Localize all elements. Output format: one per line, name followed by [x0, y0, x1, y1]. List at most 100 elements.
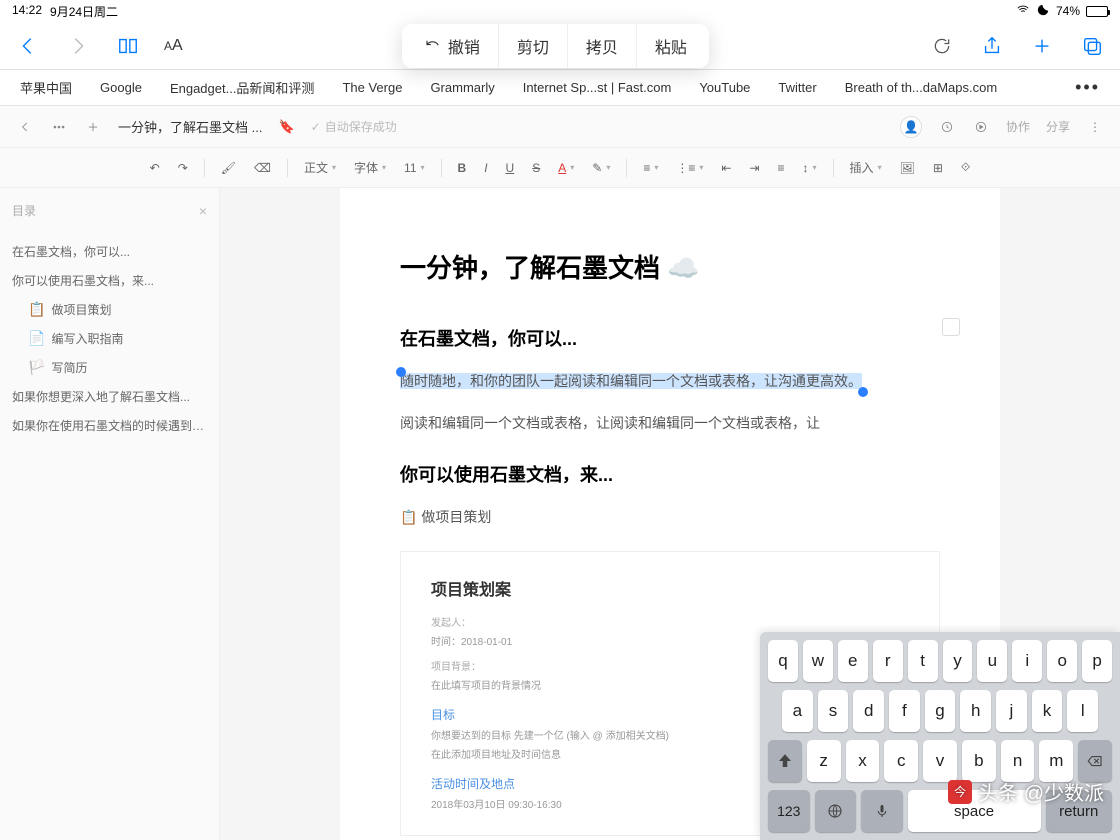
- key-f[interactable]: f: [889, 690, 920, 732]
- key-m[interactable]: m: [1039, 740, 1073, 782]
- favorite-link[interactable]: Internet Sp...st | Fast.com: [523, 80, 672, 95]
- underline-button[interactable]: U: [504, 161, 517, 175]
- doc-h2[interactable]: 在石墨文档，你可以...: [400, 325, 940, 351]
- key-e[interactable]: e: [838, 640, 868, 682]
- bookmark-icon[interactable]: 🔖: [278, 119, 294, 135]
- key-globe[interactable]: [815, 790, 857, 832]
- key-q[interactable]: q: [768, 640, 798, 682]
- format-paint-icon[interactable]: 🖌: [219, 161, 238, 175]
- key-mic[interactable]: [861, 790, 903, 832]
- reader-button[interactable]: AA: [164, 37, 183, 55]
- size-select[interactable]: 11: [402, 161, 426, 175]
- key-w[interactable]: w: [803, 640, 833, 682]
- key-l[interactable]: l: [1067, 690, 1098, 732]
- key-v[interactable]: v: [923, 740, 957, 782]
- back-button[interactable]: [14, 32, 42, 60]
- avatar[interactable]: 👤: [900, 116, 922, 138]
- key-a[interactable]: a: [782, 690, 813, 732]
- undo-icon[interactable]: ↶: [148, 161, 162, 175]
- code-button[interactable]: ⟐: [959, 160, 972, 175]
- unordered-list-button[interactable]: ⋮≡: [674, 161, 705, 175]
- coop-button[interactable]: 协作: [1006, 118, 1030, 135]
- key-c[interactable]: c: [884, 740, 918, 782]
- selection-handle-start[interactable]: [396, 367, 406, 377]
- image-button[interactable]: 🖼: [898, 161, 917, 175]
- outdent-button[interactable]: ⇤: [719, 161, 733, 175]
- key-z[interactable]: z: [807, 740, 841, 782]
- new-tab-button[interactable]: [1028, 32, 1056, 60]
- style-select[interactable]: 正文: [302, 159, 338, 176]
- favorite-link[interactable]: Google: [100, 80, 142, 95]
- block-action-icon[interactable]: [942, 318, 960, 336]
- key-t[interactable]: t: [908, 640, 938, 682]
- table-button[interactable]: ⊞: [931, 161, 945, 175]
- italic-button[interactable]: I: [482, 161, 489, 175]
- outline-item[interactable]: 🏳️写简历: [12, 353, 207, 382]
- key-y[interactable]: y: [943, 640, 973, 682]
- outline-item[interactable]: 如果你想更深入地了解石墨文档...: [12, 382, 207, 411]
- close-icon[interactable]: ×: [199, 203, 207, 219]
- favorite-link[interactable]: Twitter: [778, 80, 816, 95]
- strike-button[interactable]: S: [530, 161, 542, 175]
- font-select[interactable]: 字体: [352, 159, 388, 176]
- redo-icon[interactable]: ↷: [176, 161, 190, 175]
- outline-item[interactable]: 📄编写入职指南: [12, 324, 207, 353]
- favorite-link[interactable]: Breath of th...daMaps.com: [845, 80, 997, 95]
- favorite-link[interactable]: Grammarly: [430, 80, 494, 95]
- key-h[interactable]: h: [960, 690, 991, 732]
- outline-item[interactable]: 如果你在使用石墨文档的时候遇到问题...: [12, 411, 207, 440]
- key-j[interactable]: j: [996, 690, 1027, 732]
- doc-add-button[interactable]: [84, 118, 102, 136]
- doc-back-button[interactable]: [16, 118, 34, 136]
- doc-paragraph[interactable]: 随时随地，和你的团队一起阅读和编辑同一个文档或表格，让沟通更高效。: [400, 367, 940, 395]
- text-selection[interactable]: 随时随地，和你的团队一起阅读和编辑同一个文档或表格，让沟通更高效。: [400, 373, 862, 389]
- insert-menu[interactable]: 插入: [848, 159, 884, 176]
- key-i[interactable]: i: [1012, 640, 1042, 682]
- key-d[interactable]: d: [853, 690, 884, 732]
- doc-paragraph[interactable]: 阅读和编辑同一个文档或表格，让阅读和编辑同一个文档或表格，让: [400, 409, 940, 437]
- key-o[interactable]: o: [1047, 640, 1077, 682]
- key-backspace[interactable]: [1078, 740, 1112, 782]
- bookmarks-button[interactable]: [114, 32, 142, 60]
- key-k[interactable]: k: [1032, 690, 1063, 732]
- doc-h1[interactable]: 一分钟，了解石墨文档 ☁️: [400, 248, 940, 285]
- key-r[interactable]: r: [873, 640, 903, 682]
- key-s[interactable]: s: [818, 690, 849, 732]
- address-bar[interactable]: 撤销 剪切 拷贝 粘贴: [205, 24, 906, 68]
- favorite-link[interactable]: 苹果中国: [20, 78, 72, 97]
- doc-menu-button[interactable]: [50, 118, 68, 136]
- paste-button[interactable]: 粘贴: [637, 24, 705, 68]
- favorite-link[interactable]: The Verge: [342, 80, 402, 95]
- share-button[interactable]: [978, 32, 1006, 60]
- more-icon[interactable]: ⋮: [1086, 118, 1104, 136]
- copy-button[interactable]: 拷贝: [568, 24, 637, 68]
- doc-bullet[interactable]: 📋 做项目策划: [400, 503, 940, 531]
- line-height-button[interactable]: ↕: [801, 161, 819, 175]
- ordered-list-button[interactable]: ≡: [641, 161, 660, 175]
- outline-item[interactable]: 你可以使用石墨文档，来...: [12, 266, 207, 295]
- key-p[interactable]: p: [1082, 640, 1112, 682]
- key-x[interactable]: x: [846, 740, 880, 782]
- favorite-link[interactable]: Engadget...品新闻和评测: [170, 78, 315, 97]
- key-b[interactable]: b: [962, 740, 996, 782]
- key-n[interactable]: n: [1001, 740, 1035, 782]
- key-shift[interactable]: [768, 740, 802, 782]
- share-doc-button[interactable]: 分享: [1046, 118, 1070, 135]
- reload-button[interactable]: [928, 32, 956, 60]
- play-icon[interactable]: [972, 118, 990, 136]
- bold-button[interactable]: B: [456, 161, 469, 175]
- key-numbers[interactable]: 123: [768, 790, 810, 832]
- key-u[interactable]: u: [977, 640, 1007, 682]
- tabs-button[interactable]: [1078, 32, 1106, 60]
- outline-item[interactable]: 📋做项目策划: [12, 295, 207, 324]
- indent-button[interactable]: ⇥: [747, 161, 761, 175]
- doc-h2[interactable]: 你可以使用石墨文档，来...: [400, 461, 940, 487]
- favorite-link[interactable]: YouTube: [699, 80, 750, 95]
- key-g[interactable]: g: [925, 690, 956, 732]
- clear-format-icon[interactable]: ⌫: [252, 161, 273, 175]
- align-button[interactable]: ≡: [776, 161, 787, 175]
- highlight-button[interactable]: ✎: [590, 161, 612, 175]
- history-icon[interactable]: [938, 118, 956, 136]
- undo-button[interactable]: 撤销: [406, 24, 499, 68]
- cut-button[interactable]: 剪切: [499, 24, 568, 68]
